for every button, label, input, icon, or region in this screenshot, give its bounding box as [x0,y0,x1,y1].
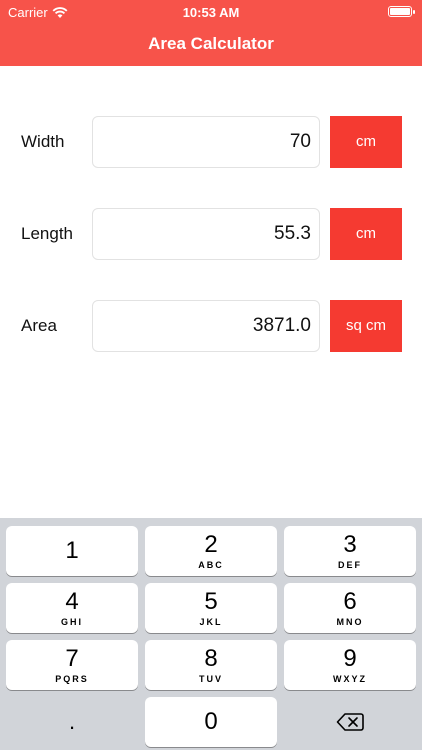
key-digit: 7 [65,645,79,672]
length-input[interactable]: 55.3 [92,208,320,260]
key-digit: 6 [343,588,357,615]
width-label: Width [21,132,65,151]
status-bar: Carrier 10:53 AM [0,0,422,24]
length-unit-button[interactable]: cm [330,208,402,260]
area-unit-button[interactable]: sq cm [330,300,402,352]
area-row: Area 3871.0 sq cm [0,300,422,352]
key-9[interactable]: 9 WXYZ [284,640,416,690]
key-digit: 8 [204,645,218,672]
key-3[interactable]: 3 DEF [284,526,416,576]
key-letters: DEF [338,560,362,570]
key-digit: 5 [204,588,218,615]
backspace-icon [336,713,364,731]
key-digit: 2 [204,531,218,558]
key-letters: PQRS [55,674,89,684]
area-label: Area [21,316,57,335]
key-digit: 3 [343,531,357,558]
area-output[interactable]: 3871.0 [92,300,320,352]
navigation-header: Carrier 10:53 AM Area Calculator [0,0,422,66]
numeric-keypad: 1 2 ABC 3 DEF 4 GHI 5 JKL 6 MNO 7 PQRS 8… [0,518,422,750]
width-input[interactable]: 70 [92,116,320,168]
key-0[interactable]: 0 [145,697,277,747]
key-letters: GHI [60,617,83,627]
key-8[interactable]: 8 TUV [145,640,277,690]
key-backspace[interactable] [284,697,416,747]
width-unit-button[interactable]: cm [330,116,402,168]
key-letters: WXYZ [333,674,367,684]
key-letters: ABC [198,560,224,570]
key-5[interactable]: 5 JKL [145,583,277,633]
key-2[interactable]: 2 ABC [145,526,277,576]
key-digit: 1 [65,537,79,564]
length-row: Length 55.3 cm [0,208,422,260]
key-4[interactable]: 4 GHI [6,583,138,633]
length-label: Length [21,224,73,243]
page-title: Area Calculator [148,34,274,53]
key-digit: . [68,709,76,734]
clock: 10:53 AM [182,5,240,20]
key-letters: JKL [199,617,223,627]
width-row: Width 70 cm [0,116,422,168]
key-6[interactable]: 6 MNO [284,583,416,633]
key-decimal[interactable]: . [6,697,138,747]
key-letters: TUV [199,674,223,684]
key-7[interactable]: 7 PQRS [6,640,138,690]
key-letters: MNO [336,617,364,627]
key-digit: 0 [204,708,218,735]
key-digit: 9 [343,645,357,672]
key-1[interactable]: 1 [6,526,138,576]
battery-icon [388,6,415,17]
key-digit: 4 [65,588,79,615]
